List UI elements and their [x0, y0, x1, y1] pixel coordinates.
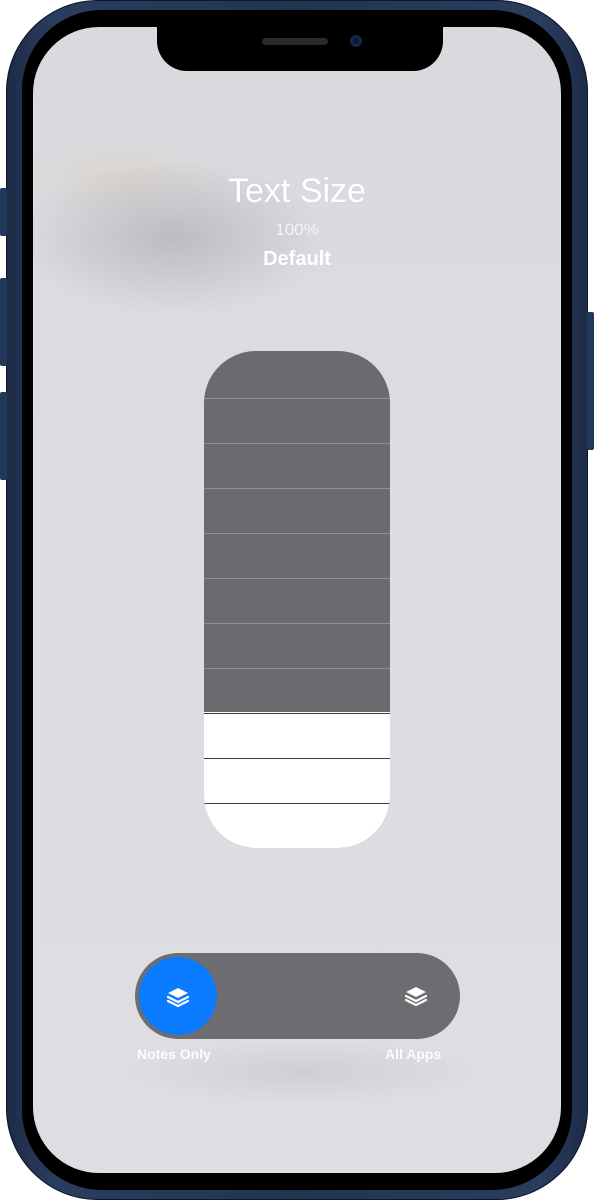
slider-step-divider	[204, 488, 390, 489]
slider-step-divider	[204, 668, 390, 669]
text-size-preset: Default	[263, 248, 331, 270]
slider-fill	[204, 712, 390, 848]
slider-step-divider	[204, 803, 390, 804]
mute-switch	[0, 188, 7, 236]
slider-step-divider	[204, 623, 390, 624]
text-size-title: Text Size	[228, 172, 366, 210]
text-size-percent: 100%	[275, 220, 319, 239]
slider-step-divider	[204, 443, 390, 444]
slider-step-divider	[204, 713, 390, 714]
notes-only-label[interactable]: Notes Only	[137, 1046, 211, 1062]
screen: Text Size 100% Default Notes Only All Ap…	[33, 27, 561, 1173]
layers-icon	[166, 988, 190, 1008]
notch	[157, 27, 443, 71]
slider-step-divider	[204, 758, 390, 759]
side-button	[587, 312, 594, 450]
slider-step-divider	[204, 578, 390, 579]
all-apps-label[interactable]: All Apps	[385, 1046, 441, 1062]
layers-icon[interactable]	[403, 983, 429, 1009]
slider-step-divider	[204, 398, 390, 399]
front-camera	[350, 35, 362, 47]
text-size-slider[interactable]	[204, 351, 390, 848]
earpiece-speaker	[262, 38, 328, 45]
scope-toggle[interactable]	[135, 953, 460, 1039]
slider-step-divider	[204, 533, 390, 534]
notes-only-option[interactable]	[139, 957, 217, 1035]
volume-down-button	[0, 392, 7, 480]
volume-up-button	[0, 278, 7, 366]
